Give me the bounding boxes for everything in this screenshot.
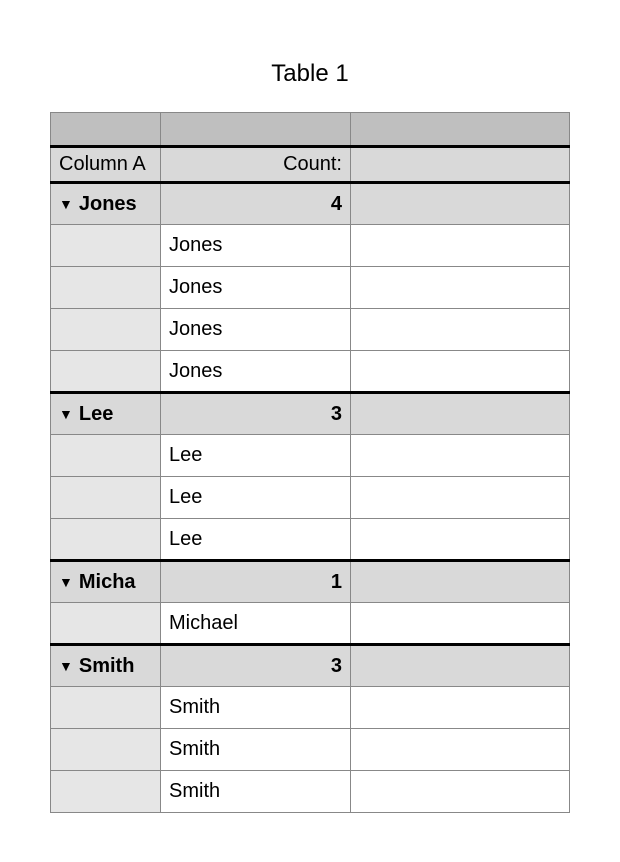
group-row[interactable]: ▼ Lee 3: [51, 393, 570, 435]
table-title: Table 1: [50, 60, 570, 88]
group-name-cell[interactable]: ▼ Micha: [51, 561, 161, 603]
group-name-cell[interactable]: ▼ Smith: [51, 645, 161, 687]
data-cell: Lee: [161, 477, 351, 519]
header-blank-row: [51, 113, 570, 147]
group-name-cell[interactable]: ▼ Lee: [51, 393, 161, 435]
table-row: Lee: [51, 519, 570, 561]
table-row: Jones: [51, 267, 570, 309]
group-count-cell: 1: [161, 561, 351, 603]
data-cell: Smith: [161, 771, 351, 813]
group-row[interactable]: ▼ Jones 4: [51, 183, 570, 225]
data-cell: Smith: [161, 687, 351, 729]
table-row: Lee: [51, 435, 570, 477]
disclosure-triangle-icon[interactable]: ▼: [59, 658, 73, 674]
data-cell: Michael: [161, 603, 351, 645]
group-count-cell: 4: [161, 183, 351, 225]
data-cell: Jones: [161, 267, 351, 309]
group-row[interactable]: ▼ Smith 3: [51, 645, 570, 687]
table-row: Jones: [51, 309, 570, 351]
category-table: Column A Count: ▼Jones4JonesJonesJonesJo…: [50, 112, 570, 813]
data-cell: Jones: [161, 309, 351, 351]
group-name-label: Smith: [79, 655, 135, 677]
group-count-cell: 3: [161, 645, 351, 687]
column-a-header: Column A: [51, 147, 161, 183]
group-name-cell[interactable]: ▼ Jones: [51, 183, 161, 225]
group-row[interactable]: ▼ Micha 1: [51, 561, 570, 603]
group-count-cell: 3: [161, 393, 351, 435]
table-row: Jones: [51, 351, 570, 393]
table-row: Jones: [51, 225, 570, 267]
disclosure-triangle-icon[interactable]: ▼: [59, 406, 73, 422]
disclosure-triangle-icon[interactable]: ▼: [59, 574, 73, 590]
group-name-label: Lee: [79, 403, 113, 425]
data-cell: Smith: [161, 729, 351, 771]
table-row: Smith: [51, 729, 570, 771]
group-name-label: Jones: [79, 193, 137, 215]
table-row: Smith: [51, 687, 570, 729]
table-row: Lee: [51, 477, 570, 519]
data-cell: Lee: [161, 435, 351, 477]
table-row: Smith: [51, 771, 570, 813]
header-label-row: Column A Count:: [51, 147, 570, 183]
data-cell: Jones: [161, 351, 351, 393]
page: Table 1 Column A Count: ▼Jones4JonesJone…: [0, 0, 620, 853]
data-cell: Jones: [161, 225, 351, 267]
group-name-label: Micha: [79, 571, 136, 593]
disclosure-triangle-icon[interactable]: ▼: [59, 196, 73, 212]
table-row: Michael: [51, 603, 570, 645]
count-header: Count:: [161, 147, 351, 183]
data-cell: Lee: [161, 519, 351, 561]
